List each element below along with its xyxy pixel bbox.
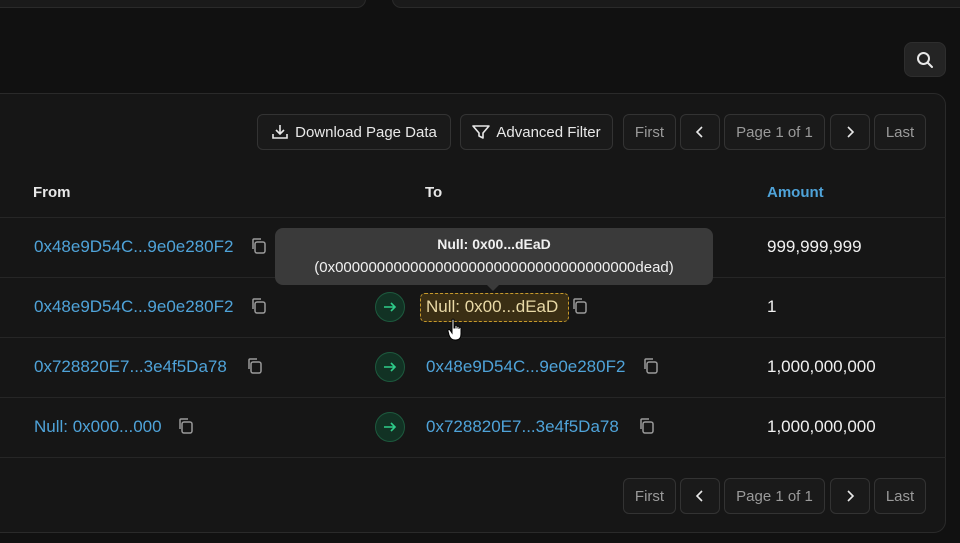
transfer-direction [375, 292, 405, 322]
divider [0, 457, 946, 458]
to-address-link[interactable]: 0x728820E7...3e4f5Da78 [426, 417, 619, 437]
chevron-left-icon [695, 126, 703, 138]
column-header-to: To [425, 184, 443, 201]
amount-value: 1 [767, 297, 777, 316]
last-label: Last [885, 123, 915, 141]
first-page-button[interactable]: First [623, 478, 676, 514]
divider [0, 217, 946, 218]
top-card-left [0, 0, 366, 8]
page-indicator: Page 1 of 1 [724, 478, 825, 514]
from-address-link[interactable]: 0x728820E7...3e4f5Da78 [34, 357, 227, 377]
next-page-button[interactable] [830, 478, 870, 514]
copy-icon[interactable] [642, 357, 660, 375]
download-icon [272, 125, 288, 139]
tooltip-address: (0x000000000000000000000000000000000000d… [314, 259, 674, 276]
amount-value: 1,000,000,000 [767, 357, 876, 376]
chevron-right-icon [847, 126, 855, 138]
copy-icon[interactable] [246, 357, 264, 375]
copy-icon[interactable] [250, 237, 268, 255]
column-header-from: From [33, 184, 71, 201]
amount-value: 1,000,000,000 [767, 417, 876, 436]
tooltip-title: Null: 0x00...dEaD [437, 236, 551, 252]
tooltip-arrow [486, 284, 500, 291]
arrow-right-icon [384, 362, 397, 372]
last-label: Last [885, 487, 915, 505]
from-address-link[interactable]: 0x48e9D54C...9e0e280F2 [34, 297, 233, 317]
last-page-button[interactable]: Last [874, 114, 926, 150]
from-address-link[interactable]: Null: 0x000...000 [34, 417, 162, 437]
prev-page-button[interactable] [680, 114, 720, 150]
filter-label: Advanced Filter [496, 123, 601, 141]
copy-icon[interactable] [177, 417, 195, 435]
divider [0, 337, 946, 338]
divider [0, 397, 946, 398]
first-page-button[interactable]: First [623, 114, 676, 150]
download-label: Download Page Data [295, 123, 437, 141]
arrow-right-icon [384, 422, 397, 432]
page-label: Page 1 of 1 [736, 487, 813, 505]
next-page-button[interactable] [830, 114, 870, 150]
copy-icon[interactable] [571, 297, 589, 315]
search-icon [917, 51, 933, 68]
download-page-data-button[interactable]: Download Page Data [257, 114, 451, 150]
page-indicator: Page 1 of 1 [724, 114, 825, 150]
address-tooltip: Null: 0x00...dEaD (0x0000000000000000000… [275, 228, 713, 291]
column-header-amount[interactable]: Amount [767, 184, 824, 201]
advanced-filter-button[interactable]: Advanced Filter [460, 114, 613, 150]
prev-page-button[interactable] [680, 478, 720, 514]
amount-value: 999,999,999 [767, 237, 862, 256]
filter-icon [472, 125, 491, 139]
hand-pointer-icon [447, 318, 462, 341]
top-card-right [392, 0, 960, 8]
copy-icon[interactable] [638, 417, 656, 435]
to-address-link[interactable]: Null: 0x00...dEaD [426, 297, 558, 317]
chevron-left-icon [695, 490, 703, 502]
first-label: First [634, 487, 665, 505]
to-address-link[interactable]: 0x48e9D54C...9e0e280F2 [426, 357, 625, 377]
chevron-right-icon [847, 490, 855, 502]
transfer-direction [375, 352, 405, 382]
page-label: Page 1 of 1 [736, 123, 813, 141]
arrow-right-icon [384, 302, 397, 312]
transfer-direction [375, 412, 405, 442]
last-page-button[interactable]: Last [874, 478, 926, 514]
first-label: First [634, 123, 665, 141]
search-button[interactable] [904, 42, 946, 77]
copy-icon[interactable] [250, 297, 268, 315]
from-address-link[interactable]: 0x48e9D54C...9e0e280F2 [34, 237, 233, 257]
